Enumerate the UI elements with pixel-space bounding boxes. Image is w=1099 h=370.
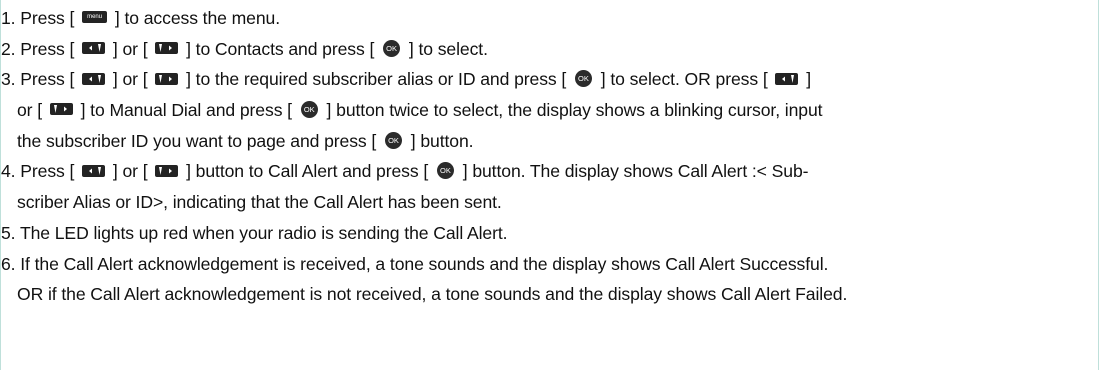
step-3-text-g: ] to Manual Dial and press [	[75, 100, 297, 121]
step-2-text-d: ] to select.	[404, 38, 488, 59]
step-6: 6. If the Call Alert acknowledgement is …	[1, 249, 1091, 280]
step-3-text-h: ] button twice to select, the display sh…	[321, 100, 823, 121]
document-page: 1. Press [ menu ] to access the menu. 2.…	[0, 0, 1099, 370]
step-3-text-d: ] to select. OR press [	[595, 69, 773, 90]
step-2-text-a: 2. Press [	[1, 38, 80, 59]
step-4-text-b: ] or [	[108, 161, 153, 182]
step-4-text-e: scriber Alias or ID>, indicating that th…	[17, 192, 502, 213]
step-3-continued-2: the subscriber ID you want to page and p…	[1, 126, 1091, 157]
menu-button-icon: menu	[82, 11, 108, 24]
step-4-text-c: ] button to Call Alert and press [	[181, 161, 433, 182]
step-6-text-b: OR if the Call Alert acknowledgement is …	[17, 284, 848, 305]
step-3-text-j: ] button.	[406, 130, 474, 151]
up-arrow-button-icon	[775, 72, 799, 85]
step-2-text-b: ] or [	[108, 38, 153, 59]
up-arrow-button-icon	[82, 42, 106, 55]
step-5: 5. The LED lights up red when your radio…	[1, 218, 1091, 249]
step-3-text-b: ] or [	[108, 69, 153, 90]
step-2: 2. Press [ ] or [ ] to Contacts and pres…	[1, 34, 1091, 65]
step-3-text-i: the subscriber ID you want to page and p…	[17, 130, 381, 151]
ok-button-icon: OK	[436, 162, 454, 180]
step-4-text-a: 4. Press [	[1, 161, 80, 182]
step-4-continued: scriber Alias or ID>, indicating that th…	[1, 187, 1091, 218]
step-6-text-a: 6. If the Call Alert acknowledgement is …	[1, 253, 829, 274]
up-arrow-button-icon	[82, 72, 106, 85]
ok-button-icon: OK	[385, 131, 402, 149]
step-2-text-c: ] to Contacts and press [	[181, 38, 380, 59]
step-1-text-b: ] to access the menu.	[110, 8, 281, 28]
step-1-text-a: 1. Press [	[1, 8, 80, 28]
down-arrow-button-icon	[49, 103, 73, 116]
down-arrow-button-icon	[155, 164, 179, 177]
step-4: 4. Press [ ] or [ ] button to Call Alert…	[1, 156, 1091, 187]
step-4-text-d: ] button. The display shows Call Alert :…	[457, 161, 809, 182]
step-5-text-a: 5. The LED lights up red when your radio…	[1, 222, 508, 243]
down-arrow-button-icon	[155, 72, 179, 85]
ok-button-icon: OK	[574, 70, 592, 88]
ok-button-icon: OK	[300, 100, 318, 118]
step-3: 3. Press [ ] or [ ] to the required subs…	[1, 64, 1091, 95]
step-1: 1. Press [ menu ] to access the menu.	[1, 3, 1091, 34]
step-3-continued-1: or [ ] to Manual Dial and press [ OK ] b…	[1, 95, 1091, 126]
up-arrow-button-icon	[82, 164, 106, 177]
down-arrow-button-icon	[155, 42, 179, 55]
step-3-text-e: ]	[801, 69, 811, 90]
ok-button-icon: OK	[383, 39, 401, 57]
step-3-text-f: or [	[17, 100, 47, 121]
step-6-continued: OR if the Call Alert acknowledgement is …	[1, 279, 1091, 310]
step-3-text-a: 3. Press [	[1, 69, 80, 90]
step-3-text-c: ] to the required subscriber alias or ID…	[181, 69, 571, 90]
call-alert-steps-list: 1. Press [ menu ] to access the menu. 2.…	[1, 3, 1091, 310]
